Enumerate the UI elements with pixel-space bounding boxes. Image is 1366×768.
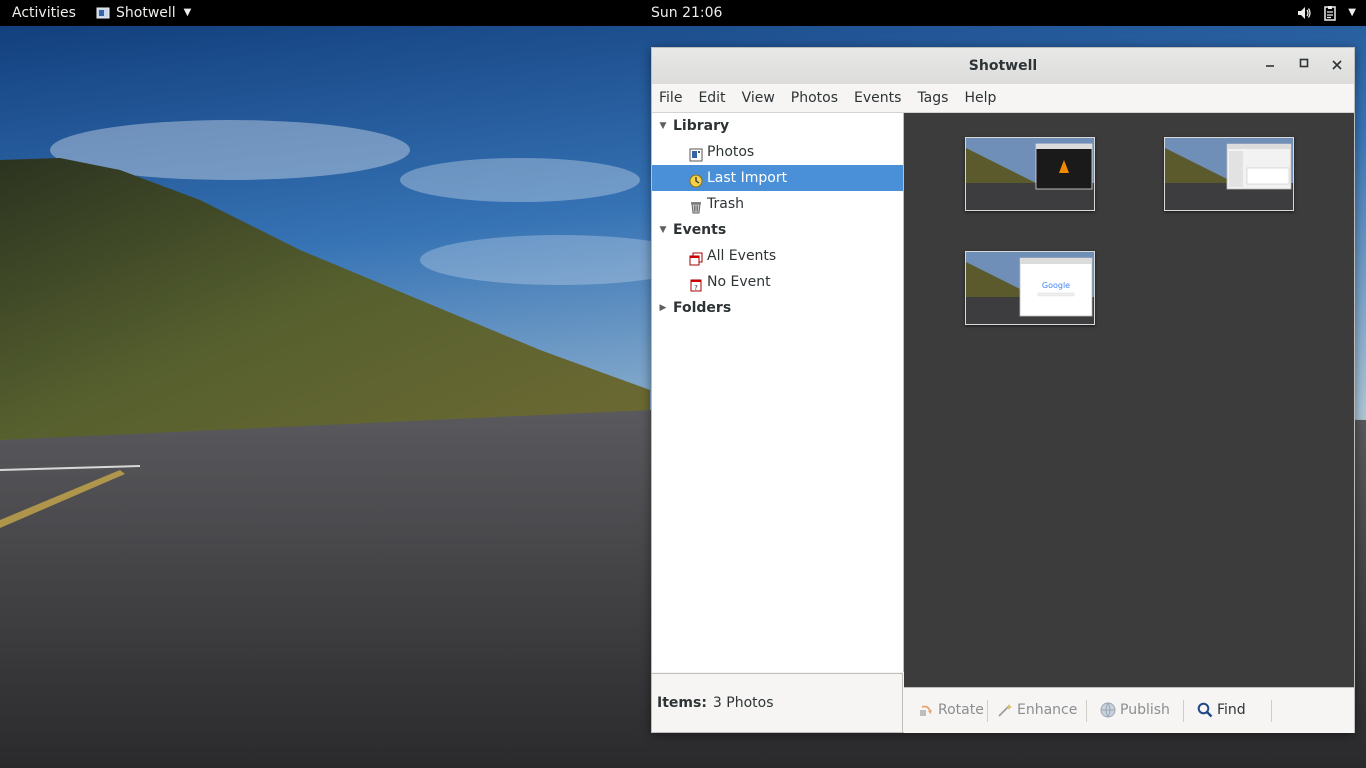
status-label: Items:: [657, 695, 707, 711]
enhance-icon: [998, 704, 1012, 717]
enhance-label: Enhance: [1017, 702, 1078, 718]
top-bar: Activities Shotwell ▼ Sun 21:06 ▼: [0, 0, 1366, 26]
photo-grid: Google: [904, 113, 1354, 687]
publish-icon: [1100, 702, 1116, 718]
find-button[interactable]: Find: [1197, 688, 1246, 732]
menu-view[interactable]: View: [734, 84, 783, 112]
toolbar-separator: [1183, 700, 1184, 722]
system-menu[interactable]: ▼: [1296, 0, 1356, 26]
google-logo-text: Google: [1042, 281, 1070, 290]
app-menu-label: Shotwell: [116, 5, 176, 21]
rotate-icon: [920, 705, 932, 716]
find-label: Find: [1217, 702, 1246, 718]
expander-open-icon[interactable]: ▼: [657, 113, 669, 139]
rotate-button[interactable]: Rotate: [918, 688, 984, 732]
toolbar-separator: [1271, 700, 1272, 722]
sidebar-events-label: Events: [673, 222, 727, 238]
rotate-label: Rotate: [938, 702, 984, 718]
sidebar-library-label: Library: [673, 118, 730, 134]
enhance-button[interactable]: Enhance: [997, 688, 1077, 732]
publish-button[interactable]: Publish: [1100, 688, 1170, 732]
app-menu-caret-icon: ▼: [183, 7, 192, 18]
maximize-icon[interactable]: [1295, 57, 1313, 75]
menu-bar: File Edit View Photos Events Tags Help: [652, 84, 1354, 113]
photo-thumbnail[interactable]: Google: [965, 251, 1095, 325]
sidebar-item-no-event[interactable]: ? No Event: [652, 269, 903, 295]
volume-icon: [1298, 7, 1311, 19]
status-area: Items: 3 Photos: [652, 673, 903, 732]
sidebar-item-label: All Events: [707, 248, 777, 264]
sidebar-events[interactable]: ▼ Events: [652, 217, 903, 243]
menu-events[interactable]: Events: [846, 84, 909, 112]
sidebar-library[interactable]: ▼ Library: [652, 113, 903, 139]
close-icon[interactable]: [1328, 57, 1346, 75]
sidebar-item-label: Photos: [707, 144, 755, 160]
sidebar-folders-label: Folders: [673, 300, 732, 316]
sidebar-item-label: Last Import: [707, 170, 788, 186]
sidebar-folders[interactable]: ▶ Folders: [652, 295, 903, 321]
sidebar-item-label: Trash: [707, 196, 744, 212]
system-menu-chevron-icon: ▼: [1348, 7, 1356, 18]
trash-icon: [689, 197, 703, 214]
shotwell-window: Shotwell File Edit View Photos Events Ta…: [651, 47, 1355, 733]
window-title: Shotwell: [968, 58, 1038, 74]
sidebar-item-all-events[interactable]: All Events: [652, 243, 903, 269]
sidebar-item-trash[interactable]: Trash: [652, 191, 903, 217]
sidebar: ▼ Library Photos Last Import Trash ▼ Eve…: [652, 113, 904, 672]
menu-edit[interactable]: Edit: [690, 84, 733, 112]
screenshot-vlc: [966, 138, 1094, 210]
no-event-icon: ?: [689, 275, 703, 292]
sidebar-item-photos[interactable]: Photos: [652, 139, 903, 165]
toolbar-separator: [1086, 700, 1087, 722]
sidebar-item-label: No Event: [707, 274, 771, 290]
publish-label: Publish: [1120, 702, 1170, 718]
menu-photos[interactable]: Photos: [783, 84, 846, 112]
expander-closed-icon[interactable]: ▶: [657, 295, 669, 321]
menu-tags[interactable]: Tags: [909, 84, 956, 112]
search-icon: [1197, 702, 1213, 718]
app-menu[interactable]: Shotwell ▼: [96, 0, 191, 26]
activities-button[interactable]: Activities: [12, 0, 76, 26]
screenshot-google: Google: [966, 252, 1094, 324]
bottom-toolbar: Rotate Enhance Publish Find: [904, 687, 1354, 733]
expander-open-icon[interactable]: ▼: [657, 217, 669, 243]
toolbar-separator: [987, 700, 988, 722]
last-import-icon: [689, 171, 703, 188]
photo-thumbnail[interactable]: [965, 137, 1095, 211]
clock[interactable]: Sun 21:06: [651, 0, 722, 26]
status-value: 3 Photos: [712, 695, 774, 711]
minimize-icon[interactable]: [1261, 57, 1279, 75]
svg-text:?: ?: [694, 284, 698, 292]
menu-help[interactable]: Help: [956, 84, 1004, 112]
screenshot-dialog: [1165, 138, 1293, 210]
photo-thumbnail[interactable]: [1164, 137, 1294, 211]
sidebar-item-last-import[interactable]: Last Import: [652, 165, 903, 191]
shotwell-app-icon: [96, 7, 110, 19]
clipboard-icon: [1324, 6, 1337, 21]
all-events-icon: [689, 249, 703, 266]
photos-icon: [689, 145, 703, 162]
title-bar[interactable]: Shotwell: [652, 48, 1354, 85]
menu-file[interactable]: File: [652, 84, 690, 112]
